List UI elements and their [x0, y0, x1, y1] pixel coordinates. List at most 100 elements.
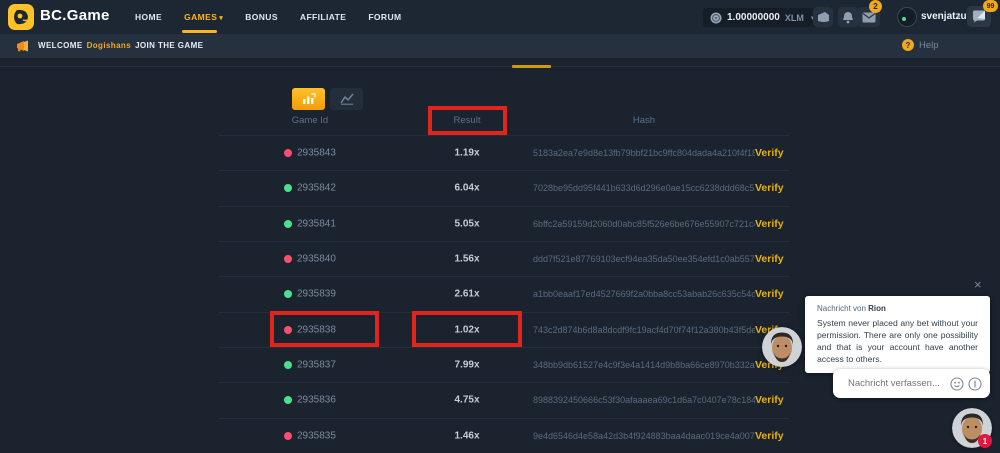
table-row-highlighted: 2935838 1.02x 743c2d874b6d8a8dcdf9fc19ac…: [218, 312, 790, 347]
nav-item-affiliate[interactable]: AFFILIATE: [300, 12, 346, 22]
result-value: 1.02x: [390, 324, 544, 335]
verify-link[interactable]: Verify: [755, 394, 784, 406]
result-value: 5.05x: [390, 218, 544, 229]
table-row: 2935836 4.75x 8988392450666c53f30afaaaea…: [218, 382, 790, 417]
active-tab-indicator: [512, 65, 551, 68]
wallet-button[interactable]: [813, 7, 833, 27]
verify-link[interactable]: Verify: [755, 218, 784, 230]
nav-item-bonus[interactable]: BONUS: [245, 12, 278, 22]
trend-chart-icon: [340, 93, 354, 105]
hash-value: 6bffc2a59159d2060d0abc85f526e6be676e5590…: [533, 219, 755, 229]
chat-sender-name: Rion: [868, 304, 886, 313]
welcome-username: Dogishans: [87, 41, 132, 50]
hash-value: 7028be95dd95f441b633d6d296e0ae15cc6238dd…: [533, 183, 755, 193]
table-row: 2935839 2.61x a1bb0eaaf17ed4527669f2a0bb…: [218, 276, 790, 311]
nav-item-forum[interactable]: FORUM: [368, 12, 401, 22]
result-value: 1.19x: [390, 148, 544, 159]
hash-value: a1bb0eaaf17ed4527669f2a0bba8cc53abab26c6…: [533, 289, 755, 299]
status-dot: [284, 361, 292, 369]
header-result: Result: [390, 115, 544, 126]
status-dot: [284, 184, 292, 192]
game-id: 2935842: [297, 183, 336, 194]
result-value: 1.46x: [390, 430, 544, 441]
balance-value: 1.00000000: [727, 12, 780, 23]
verify-link[interactable]: Verify: [755, 147, 784, 159]
envelope-icon: [862, 12, 876, 23]
hash-value: 743c2d874b6d8a8dcdf9fc19acf4d70f74f12a38…: [533, 325, 755, 335]
game-id: 2935841: [297, 218, 336, 229]
hash-value: 8988392450666c53f30afaaaea69c1d6a7c0407e…: [533, 395, 755, 405]
online-dot-icon: [902, 17, 906, 21]
status-dot: [284, 149, 292, 157]
mail-badge: 2: [869, 0, 882, 13]
status-dot: [284, 432, 292, 440]
header-game-id: Game Id: [258, 115, 362, 126]
chat-message-card: Nachricht von Rion System never placed a…: [805, 296, 990, 373]
chat-bubble-icon: [972, 10, 986, 23]
nav-item-games[interactable]: GAMES▾: [184, 12, 223, 22]
chat-input-bar: [833, 369, 990, 398]
header-hash: Hash: [533, 115, 755, 126]
status-dot: [284, 220, 292, 228]
welcome-message: WELCOMEDogishansJOIN THE GAME: [38, 41, 203, 50]
hash-value: 9e4d6546d4e58a42d3b4f924883baa4daac019ce…: [533, 431, 755, 441]
table-row: 2935835 1.46x 9e4d6546d4e58a42d3b4f92488…: [218, 418, 790, 453]
bc-game-logo-icon[interactable]: [8, 4, 34, 30]
table-header: Game Id Result Hash: [218, 107, 790, 135]
chevron-down-icon: ▾: [219, 15, 223, 22]
status-dot: [284, 255, 292, 263]
chevron-down-icon: ▾: [957, 13, 961, 21]
info-icon[interactable]: [968, 377, 982, 391]
verify-link[interactable]: Verify: [755, 288, 784, 300]
table-row: 2935840 1.56x ddd7f521e87769103ecf94ea35…: [218, 241, 790, 276]
hash-value: ddd7f521e87769103ecf94ea35da50ee354efd1c…: [533, 254, 755, 264]
verify-link[interactable]: Verify: [755, 182, 784, 194]
bc-game-page: BC.Game HOME GAMES▾ BONUS AFFILIATE FORU…: [0, 0, 1000, 453]
user-avatar[interactable]: [897, 7, 917, 27]
megaphone-icon: [16, 40, 30, 52]
emoji-icon[interactable]: [950, 377, 964, 391]
game-id: 2935839: [297, 289, 336, 300]
hash-value: 5183a2ea7e9d8e13fb79bbf21bc9ffc804dada4a…: [533, 148, 755, 158]
chat-input[interactable]: [833, 377, 950, 390]
chat-message-header: Nachricht von Rion: [817, 304, 978, 313]
status-dot: [284, 290, 292, 298]
help-label: Help: [919, 40, 939, 51]
status-dot: [284, 326, 292, 334]
game-id: 2935835: [297, 430, 336, 441]
welcome-banner: WELCOMEDogishansJOIN THE GAME ? Help: [0, 34, 1000, 58]
help-button[interactable]: ? Help: [902, 39, 939, 51]
game-id: 2935840: [297, 254, 336, 265]
result-value: 7.99x: [390, 360, 544, 371]
result-value: 4.75x: [390, 395, 544, 406]
balance-selector[interactable]: 1.00000000 XLM ▾: [703, 8, 821, 27]
table-row: 2935843 1.19x 5183a2ea7e9d8e13fb79bbf21b…: [218, 135, 790, 170]
currency-label: XLM: [785, 13, 804, 23]
verify-link[interactable]: Verify: [755, 430, 784, 442]
table-row: 2935841 5.05x 6bffc2a59159d2060d0abc85f5…: [218, 206, 790, 241]
wallet-icon: [817, 11, 830, 23]
table-row: 2935837 7.99x 348bb9db61527e4c9f3e4a1414…: [218, 347, 790, 382]
game-id: 2935838: [297, 324, 336, 335]
close-icon[interactable]: ×: [974, 278, 982, 291]
result-value: 2.61x: [390, 289, 544, 300]
help-icon: ?: [902, 39, 914, 51]
main-nav: HOME GAMES▾ BONUS AFFILIATE FORUM: [135, 0, 402, 34]
chat-message-text: System never placed any bet without your…: [817, 317, 978, 365]
result-value: 1.56x: [390, 254, 544, 265]
chat-badge: 99: [983, 0, 998, 12]
chat-input-icons: [950, 377, 990, 391]
game-id: 2935843: [297, 148, 336, 159]
brand-title[interactable]: BC.Game: [40, 7, 110, 24]
nav-item-home[interactable]: HOME: [135, 12, 162, 22]
verify-link[interactable]: Verify: [755, 253, 784, 265]
logo-face-icon: [11, 7, 31, 27]
result-value: 6.04x: [390, 183, 544, 194]
table-row: 2935842 6.04x 7028be95dd95f441b633d6d296…: [218, 170, 790, 205]
section-divider: [0, 66, 1000, 67]
unread-count-badge: 1: [978, 434, 992, 448]
bell-icon: [842, 11, 854, 24]
game-id: 2935837: [297, 360, 336, 371]
notifications-button[interactable]: [838, 7, 858, 27]
top-nav: BC.Game HOME GAMES▾ BONUS AFFILIATE FORU…: [0, 0, 1000, 34]
